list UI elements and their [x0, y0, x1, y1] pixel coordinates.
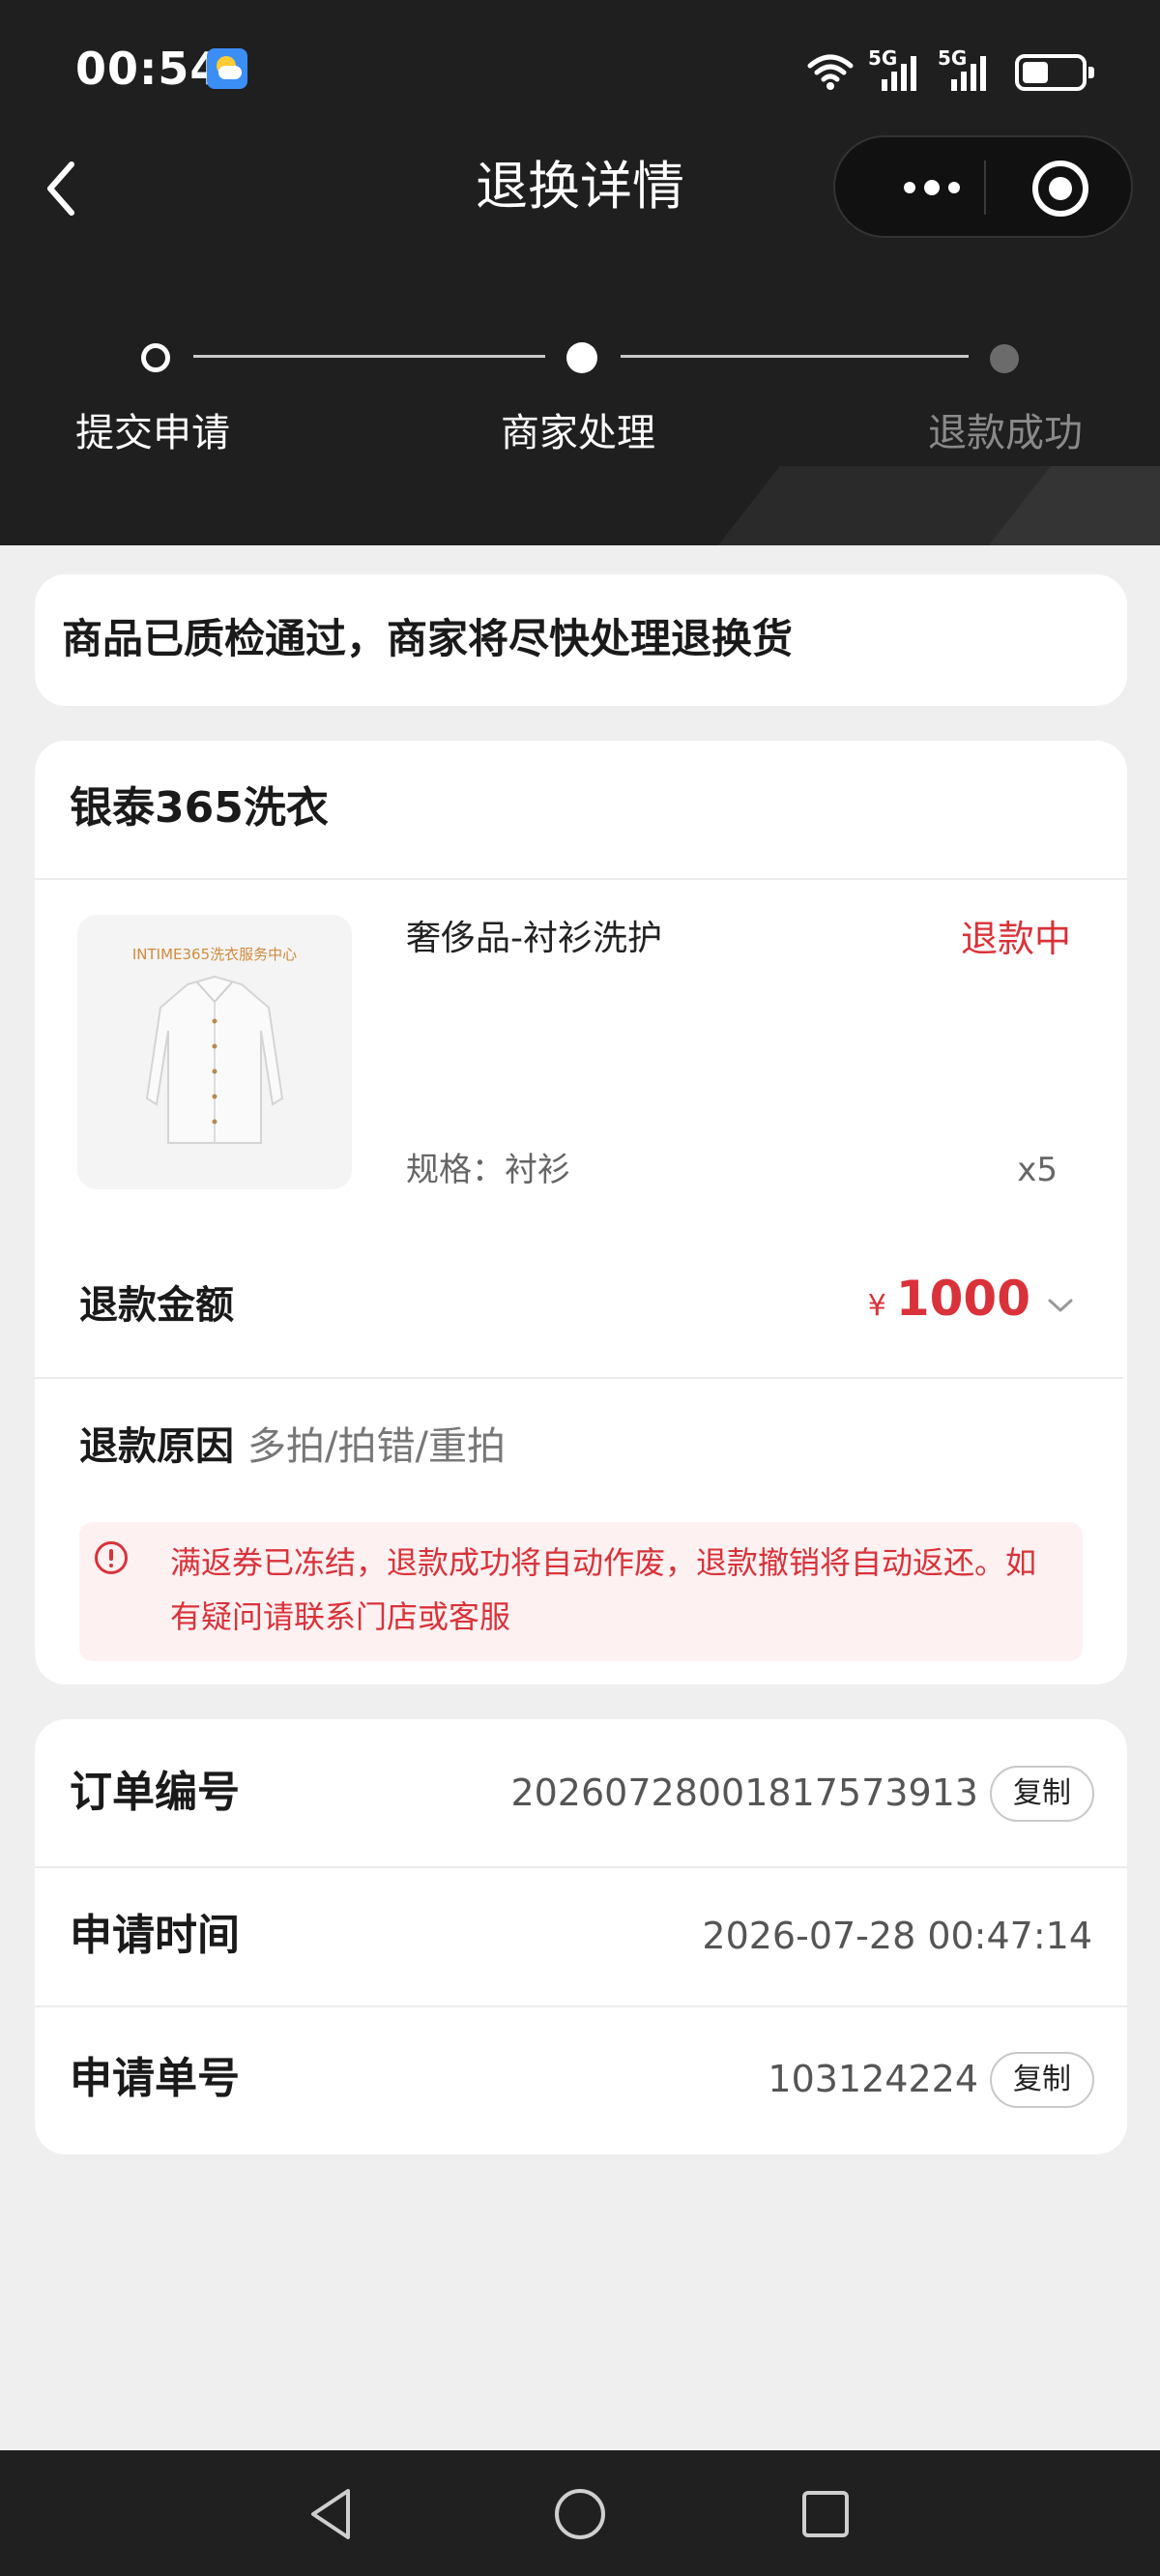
capsule-divider — [984, 161, 986, 215]
refund-reason: 退款原因 多拍/拍错/重拍 — [79, 1420, 506, 1474]
apply-number-label: 申请单号 — [70, 2054, 240, 2103]
status-notice-card: 商品已质检通过，商家将尽快处理退换货 — [35, 574, 1127, 706]
product-spec: 规格：衬衫 — [406, 1151, 570, 1189]
signal-icon: 5G — [868, 46, 924, 91]
refund-reason-value: 多拍/拍错/重拍 — [247, 1424, 506, 1469]
order-card: 银泰365洗衣 INTIME365洗衣服务中心 奢侈品-衬衫洗护 退款中 规格：… — [35, 741, 1127, 1684]
divider — [35, 1377, 1123, 1379]
status-time: 00:54 — [75, 43, 222, 95]
step-label-merchant: 商家处理 — [501, 411, 655, 455]
order-number-value: 20260728001817573913 — [510, 1771, 978, 1814]
step-node-done — [141, 343, 170, 372]
chevron-down-icon — [1046, 1296, 1075, 1315]
nav-recents-icon[interactable] — [797, 2485, 855, 2543]
step-node-current — [566, 342, 597, 373]
order-number-label: 订单编号 — [70, 1768, 240, 1817]
battery-icon — [1015, 54, 1094, 91]
apply-time-value: 2026-07-28 00:47:14 — [702, 1915, 1092, 1957]
alert-icon — [95, 1541, 128, 1574]
copy-apply-number-button[interactable]: 复制 — [990, 2052, 1094, 2108]
apply-time-label: 申请时间 — [70, 1911, 240, 1960]
step-label-success: 退款成功 — [928, 411, 1083, 455]
coupon-warning: 满返券已冻结，退款成功将自动作废，退款撤销将自动返还。如有疑问请联系门店或客服 — [79, 1522, 1083, 1661]
refund-reason-label: 退款原因 — [79, 1424, 234, 1469]
step-node-pending — [990, 344, 1019, 373]
product-quantity: x5 — [1017, 1151, 1058, 1189]
coupon-warning-text: 满返券已冻结，退款成功将自动作废，退款撤销将自动返还。如有疑问请联系门店或客服 — [170, 1544, 1037, 1635]
product-name[interactable]: 奢侈品-衬衫洗护 — [406, 915, 662, 963]
order-number-row: 订单编号 20260728001817573913 复制 — [35, 1719, 1127, 1866]
currency-symbol: ¥ — [867, 1289, 886, 1323]
nav-back-icon[interactable] — [304, 2485, 362, 2543]
order-info-card: 订单编号 20260728001817573913 复制 申请时间 2026-0… — [35, 1719, 1127, 2154]
progress-line — [621, 355, 969, 358]
apply-number-value: 103124224 — [768, 2058, 978, 2100]
status-notice-text: 商品已质检通过，商家将尽快处理退换货 — [62, 615, 794, 662]
close-mini-program-icon[interactable] — [1032, 161, 1088, 217]
store-name[interactable]: 银泰365洗衣 — [70, 781, 329, 835]
step-label-submit: 提交申请 — [75, 411, 230, 455]
navigation-bar: 退换详情 — [0, 135, 1160, 242]
signal-icon: 5G — [938, 46, 994, 91]
apply-number-row: 申请单号 103124224 复制 — [35, 2007, 1127, 2152]
more-icon[interactable] — [874, 162, 990, 213]
copy-order-number-button[interactable]: 复制 — [990, 1766, 1094, 1822]
product-image[interactable]: INTIME365洗衣服务中心 — [77, 915, 352, 1189]
mini-program-capsule — [833, 135, 1133, 238]
status-bar: 00:54 5G 5G — [0, 0, 1160, 135]
wifi-icon — [806, 52, 855, 91]
progress-steps: 提交申请 商家处理 退款成功 — [0, 329, 1160, 483]
divider — [35, 878, 1127, 880]
nav-home-icon[interactable] — [551, 2485, 609, 2543]
refund-amount-label: 退款金额 — [79, 1283, 234, 1328]
progress-line — [193, 355, 545, 358]
refund-amount-toggle[interactable]: ¥ 1000 — [868, 1271, 1075, 1327]
shirt-illustration — [145, 975, 284, 1144]
refund-amount-value: 1000 — [895, 1271, 1030, 1327]
refund-status-badge: 退款中 — [960, 918, 1071, 960]
system-navigation-bar — [0, 2450, 1160, 2576]
weather-icon — [207, 48, 247, 89]
apply-time-row: 申请时间 2026-07-28 00:47:14 — [35, 1868, 1127, 2005]
